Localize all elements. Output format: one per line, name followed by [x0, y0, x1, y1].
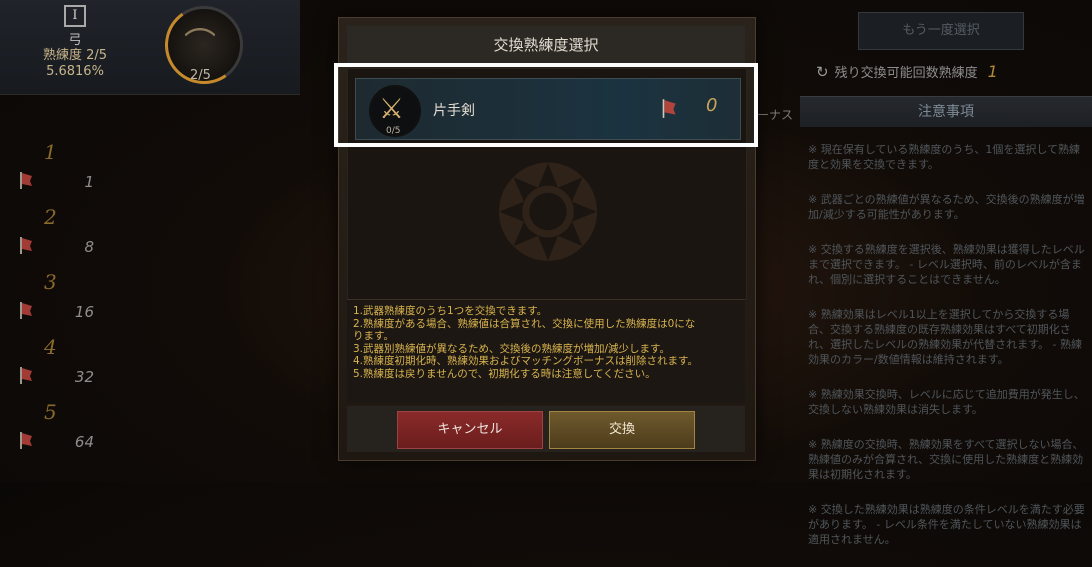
matching-bonus-label: ーナス [757, 108, 794, 122]
weapon-header-panel: I 弓 熟練度 2/5 5.6816% ⌒ 2/5 [0, 0, 300, 95]
note-line: 3.武器別熟練値が異なるため、交換後の熟練度が増加/減少します。 [353, 342, 671, 355]
level-row: 4 32 [14, 335, 94, 400]
level-row: 5 64 [14, 400, 94, 465]
remaining-exchange-row: ↻ 残り交換可能回数熟練度 1 [816, 62, 998, 81]
level-cost: 1 [84, 173, 94, 191]
mastery-percent: 5.6816% [46, 64, 104, 79]
modal-footer: キャンセル 交換 [347, 406, 745, 452]
select-again-button[interactable]: もう一度選択 [858, 12, 1024, 50]
level-number: 4 [44, 335, 57, 359]
weapon-name: 弓 [68, 33, 82, 48]
notes-header: 注意事項 [800, 96, 1092, 127]
level-number: 2 [44, 205, 57, 229]
modal-title: 交換熟練度選択 [347, 26, 745, 64]
note-text: ※ 熟練効果交換時、レベルに応じて追加費用が発生し、交換しない熟練効果は消失しま… [808, 388, 1085, 416]
level-number: 3 [44, 270, 57, 294]
level-cost: 16 [74, 303, 94, 321]
exchange-notes: 1.武器熟練度のうち1つを交換できます。 2.熟練度がある場合、熟練値は合算され… [347, 299, 745, 403]
note-text: ※ 武器ごとの熟練値が異なるため、交換後の熟練度が増加/減少する可能性があります… [808, 193, 1085, 221]
note-text: ※ 熟練度の交換時、熟練効果をすべて選択しない場合、熟練値のみが合算され、交換に… [808, 438, 1084, 481]
selection-highlight [334, 63, 758, 147]
remaining-count: 1 [987, 62, 998, 81]
red-flag-icon [20, 302, 32, 319]
mastery-level: 熟練度 2/5 [42, 48, 108, 63]
red-flag-icon [20, 367, 32, 384]
level-row: 3 16 [14, 270, 94, 335]
exchange-button[interactable]: 交換 [549, 411, 695, 449]
red-flag-icon [20, 172, 32, 189]
right-info-panel: もう一度選択 ↻ 残り交換可能回数熟練度 1 注意事項 ※ 現在保有している熟練度の… [800, 0, 1092, 546]
level-row: 2 8 [14, 205, 94, 270]
level-cost: 8 [84, 238, 94, 256]
note-text: ※ 交換した熟練効果は熟練度の条件レベルを満たす必要があります。 - レベル条件… [808, 503, 1085, 546]
note-text: ※ 熟練効果はレベル1以上を選択してから交換する場合、交換する熟練度の既存熟練効… [808, 308, 1082, 366]
refresh-icon: ↻ [816, 63, 829, 81]
note-text: ※ 交換する熟練度を選択後、熟練効果は獲得したレベルまで選択できます。 - レベ… [808, 243, 1085, 286]
note-line: 5.熟練度は戻りませんので、初期化する時は注意してください。 [353, 367, 656, 380]
note-line: ります。 [353, 330, 394, 342]
level-cost-list: 1 1 2 8 3 16 4 32 5 64 [14, 140, 94, 465]
cancel-button[interactable]: キャンセル [397, 411, 543, 449]
weapon-type-icon: I [64, 5, 86, 27]
emblem-watermark: ❂ [493, 138, 603, 290]
level-number: 5 [44, 400, 57, 424]
notes-body: ※ 現在保有している熟練度のうち、1個を選択して熟練度と効果を交換できます。 ※… [808, 142, 1086, 567]
bow-icon: ⌒ [184, 25, 217, 63]
remaining-label: 残り交換可能回数熟練度 [834, 66, 978, 81]
red-flag-icon [20, 432, 32, 449]
note-line: 1.武器熟練度のうち1つを交換できます。 [353, 305, 548, 317]
note-line: 4.熟練度初期化時、熟練効果およびマッチングボーナスは削除されます。 [353, 355, 698, 367]
bow-count: 2/5 [190, 68, 211, 83]
level-cost: 64 [74, 433, 94, 451]
weapon-info: I 弓 熟練度 2/5 5.6816% [20, 4, 130, 80]
level-number: 1 [44, 140, 57, 164]
note-text: ※ 現在保有している熟練度のうち、1個を選択して熟練度と効果を交換できます。 [808, 143, 1081, 171]
red-flag-icon [20, 237, 32, 254]
level-cost: 32 [74, 368, 94, 386]
note-line: 2.熟練度がある場合、熟練値は合算され、交換に使用した熟練度は0にな [353, 317, 696, 330]
level-row: 1 1 [14, 140, 94, 205]
